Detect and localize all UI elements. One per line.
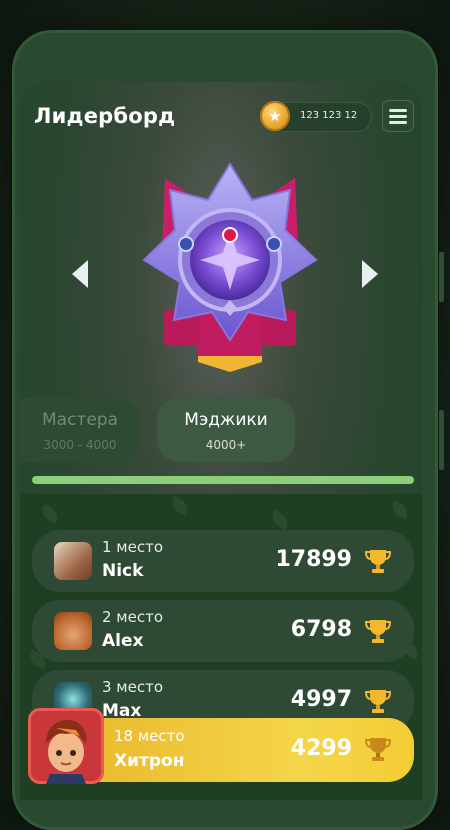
leaf-decoration: [268, 509, 292, 531]
row-name: Alex: [102, 631, 144, 651]
tab-label: Мастера: [41, 410, 118, 430]
row-name: Nick: [102, 561, 144, 581]
chevron-left-icon[interactable]: [72, 260, 88, 288]
trophy-icon: [364, 690, 392, 713]
row-score: 4299: [290, 736, 352, 761]
coin-value: 123 123 12: [300, 110, 358, 121]
avatar-portrait: [46, 720, 87, 784]
row-place: 1 место: [102, 538, 164, 556]
trophy-icon: [364, 738, 392, 761]
trophy-icon: [364, 550, 392, 573]
page-title: Лидерборд: [34, 104, 176, 128]
tab-league-magics[interactable]: Мэджики 4000+: [157, 398, 295, 462]
leaf-decoration: [38, 503, 62, 525]
league-badge-icon: [142, 162, 318, 372]
row-place: 3 место: [102, 678, 164, 696]
trophy-icon: [364, 620, 392, 643]
hamburger-icon: [389, 109, 407, 112]
coin-balance[interactable]: ★ 123 123 12: [260, 101, 372, 132]
chevron-right-icon[interactable]: [362, 260, 378, 288]
avatar: [54, 612, 92, 650]
row-name: Хитрон: [114, 751, 185, 771]
progress-fill: [32, 476, 414, 484]
menu-button[interactable]: [382, 100, 414, 132]
hamburger-icon-line: [389, 121, 407, 124]
device-side-button: [439, 252, 444, 302]
row-place: 2 место: [102, 608, 164, 626]
leaderboard-row[interactable]: 2 место Alex 6798: [32, 600, 414, 662]
current-user-avatar[interactable]: [28, 708, 104, 784]
league-progress-bar: [32, 476, 414, 484]
avatar: [54, 542, 92, 580]
leaderboard-screen: Лидерборд ★ 123 123 12 Мастера 3000 - 40…: [20, 82, 422, 800]
leaderboard-row[interactable]: 1 место Nick 17899: [32, 530, 414, 592]
leaf-decoration: [388, 499, 412, 521]
row-place: 18 место: [114, 727, 185, 745]
tab-label: Мэджики: [184, 410, 268, 430]
row-score: 17899: [275, 547, 352, 572]
tab-range: 4000+: [205, 438, 247, 452]
row-score: 6798: [290, 617, 352, 642]
tab-range: 3000 - 4000: [43, 438, 117, 452]
device-side-button: [439, 410, 444, 470]
hamburger-icon-line: [389, 115, 407, 118]
leaf-decoration: [168, 495, 192, 517]
tab-league-masters[interactable]: Мастера 3000 - 4000: [20, 398, 140, 462]
row-score: 4997: [290, 687, 352, 712]
star-coin-icon: ★: [260, 101, 290, 131]
